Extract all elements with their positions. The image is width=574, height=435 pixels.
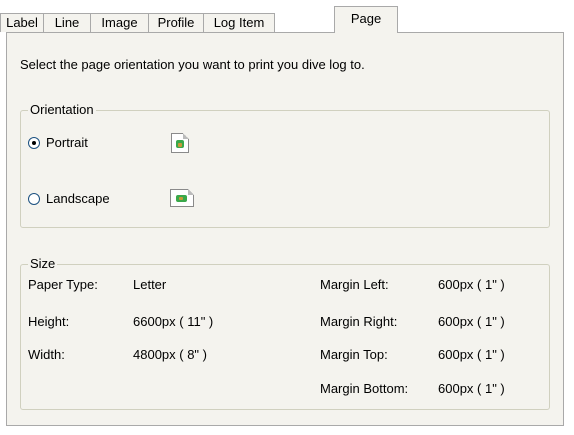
landscape-label: Landscape [46, 191, 110, 206]
portrait-page-icon [171, 133, 189, 153]
margin-left-value: 600px ( 1" ) [438, 277, 505, 292]
margin-top-value: 600px ( 1" ) [438, 347, 505, 362]
tab-page[interactable]: Page [334, 6, 398, 33]
margin-bottom-value: 600px ( 1" ) [438, 381, 505, 396]
landscape-page-icon [170, 189, 194, 207]
landscape-radio-button[interactable] [28, 192, 40, 205]
portrait-label: Portrait [46, 135, 88, 150]
margin-bottom-label: Margin Bottom: [320, 381, 409, 396]
tab-line[interactable]: Line [43, 13, 91, 32]
portrait-radio-button[interactable] [28, 136, 40, 149]
paper-type-value: Letter [133, 277, 167, 292]
width-value: 4800px ( 8" ) [133, 347, 207, 362]
margin-top-label: Margin Top: [320, 347, 388, 362]
orientation-legend: Orientation [28, 102, 96, 117]
orientation-group [20, 110, 550, 228]
tab-profile[interactable]: Profile [148, 13, 204, 32]
instructions-text: Select the page orientation you want to … [20, 57, 365, 72]
margin-right-value: 600px ( 1" ) [438, 314, 505, 329]
height-value: 6600px ( 11" ) [133, 314, 214, 329]
paper-type-label: Paper Type: [28, 277, 98, 292]
tab-image[interactable]: Image [90, 13, 149, 32]
landscape-radio[interactable]: Landscape [28, 191, 110, 206]
size-legend: Size [28, 256, 58, 271]
tab-label[interactable]: Label [0, 13, 44, 32]
margin-right-label: Margin Right: [320, 314, 398, 329]
height-label: Height: [28, 314, 70, 329]
margin-left-label: Margin Left: [320, 277, 389, 292]
width-label: Width: [28, 347, 65, 362]
tab-log-item[interactable]: Log Item [203, 13, 275, 32]
tab-strip: Label Line Image Profile Log Item Page [0, 0, 574, 33]
portrait-radio[interactable]: Portrait [28, 135, 88, 150]
